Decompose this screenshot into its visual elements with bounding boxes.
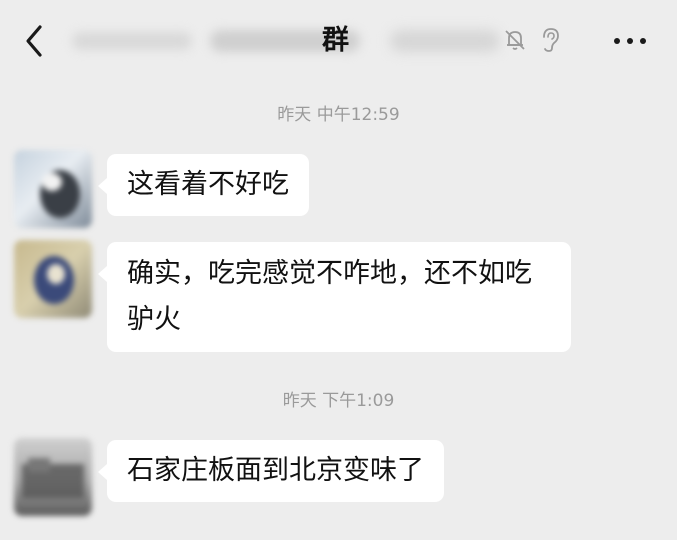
avatar[interactable]	[14, 240, 92, 318]
more-button[interactable]	[608, 28, 652, 54]
ear-icon	[543, 28, 559, 52]
timestamp: 昨天 中午12:59	[277, 105, 400, 125]
avatar[interactable]	[14, 150, 92, 228]
chevron-left-icon	[26, 25, 42, 57]
bell-off-icon	[505, 30, 525, 50]
chat-title: 群	[322, 25, 349, 56]
avatar[interactable]	[14, 438, 92, 516]
more-horizontal-icon	[614, 38, 646, 44]
chat-header: 群	[0, 0, 677, 84]
message-bubble[interactable]: 这看着不好吃	[98, 154, 309, 216]
message-bubble[interactable]: 确实，吃完感觉不咋地，还不如吃驴火	[98, 242, 571, 352]
timestamp: 昨天 下午1:09	[282, 391, 395, 411]
message-bubble[interactable]: 石家庄板面到北京变味了	[98, 440, 444, 502]
group-name-redacted	[60, 20, 580, 62]
back-button[interactable]	[18, 22, 52, 60]
